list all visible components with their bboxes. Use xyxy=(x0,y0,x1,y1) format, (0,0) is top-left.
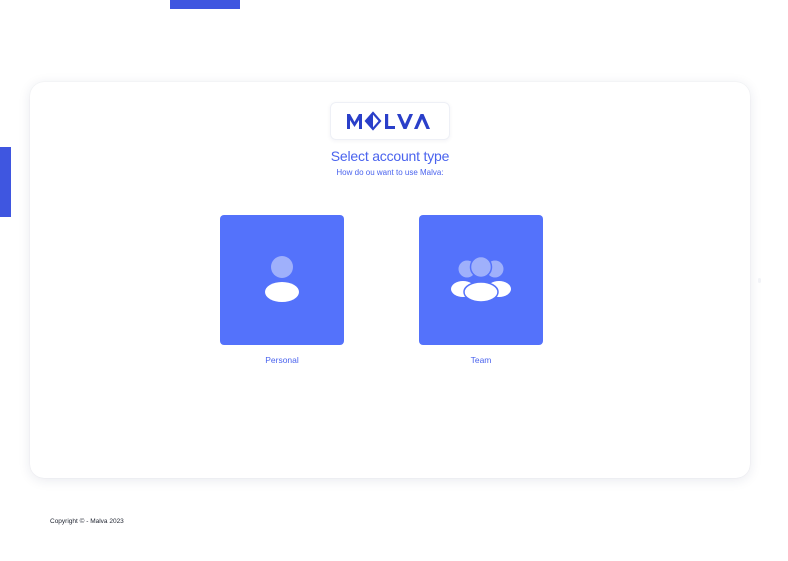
page-subtitle: How do ou want to use Malva: xyxy=(336,168,444,177)
team-tile[interactable] xyxy=(419,215,543,345)
copyright-text: Copyright © - Malva 2023 xyxy=(50,518,124,525)
users-group-icon xyxy=(451,256,511,303)
personal-label: Personal xyxy=(265,355,299,365)
decorative-bar-top xyxy=(170,0,240,9)
account-type-card: Select account type How do ou want to us… xyxy=(30,82,750,478)
decorative-bar-left xyxy=(0,147,11,217)
team-label: Team xyxy=(470,355,492,365)
team-account-option[interactable]: Team xyxy=(419,215,543,365)
page-title: Select account type xyxy=(330,148,450,164)
personal-tile[interactable] xyxy=(220,215,344,345)
page: Select account type How do ou want to us… xyxy=(0,0,788,561)
user-icon xyxy=(265,256,299,302)
malva-logo-mark xyxy=(347,111,430,131)
personal-account-option[interactable]: Personal xyxy=(220,215,344,365)
edge-handle xyxy=(758,278,761,283)
malva-logo xyxy=(330,102,450,140)
